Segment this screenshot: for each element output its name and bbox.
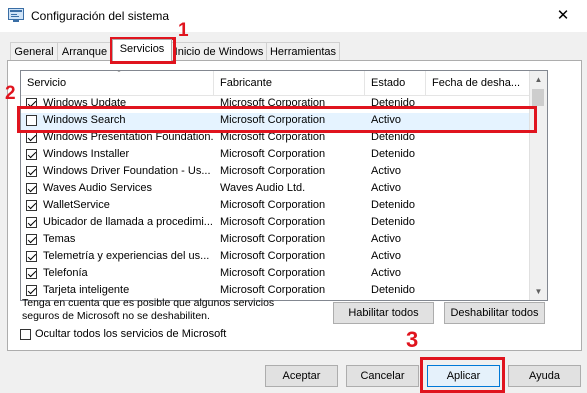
service-state: Detenido xyxy=(371,131,416,143)
service-name: Waves Audio Services xyxy=(43,182,153,194)
table-row[interactable]: Telefonía Microsoft Corporation Activo xyxy=(21,266,529,283)
services-note: Tenga en cuenta que es posible que algun… xyxy=(22,297,322,323)
service-maker: Microsoft Corporation xyxy=(220,250,326,262)
scroll-up-arrow-icon[interactable]: ▲ xyxy=(530,71,547,88)
row-checkbox[interactable] xyxy=(26,217,37,228)
hide-ms-checkbox[interactable] xyxy=(20,329,31,340)
row-checkbox[interactable] xyxy=(26,115,37,126)
note-line-2: seguros de Microsoft no se deshabiliten. xyxy=(22,310,210,322)
vertical-scrollbar[interactable]: ▲ ▼ xyxy=(529,71,547,300)
list-header: Servicio ﹀ Fabricante Estado Fecha de de… xyxy=(21,71,529,96)
column-header-estado[interactable]: Estado xyxy=(365,71,426,95)
service-maker: Microsoft Corporation xyxy=(220,216,326,228)
table-row[interactable]: Temas Microsoft Corporation Activo xyxy=(21,232,529,249)
table-row[interactable]: WalletService Microsoft Corporation Deteni… xyxy=(21,198,529,215)
step-3-marker: 3 xyxy=(406,327,419,352)
hide-ms-label: Ocultar todos los servicios de Microsoft xyxy=(35,328,227,340)
service-maker: Microsoft Corporation xyxy=(220,114,326,126)
service-name: Ubicador de llamada a procedimi... xyxy=(43,216,213,228)
service-state: Detenido xyxy=(371,148,416,160)
service-state: Activo xyxy=(371,165,401,177)
close-icon[interactable]: ✕ xyxy=(548,4,578,28)
service-state: Activo xyxy=(371,250,401,262)
row-checkbox[interactable] xyxy=(26,251,37,262)
table-row[interactable]: Windows Installer Microsoft Corporation De… xyxy=(21,147,529,164)
step-1-marker: 1 xyxy=(178,20,189,41)
tab-herramientas[interactable]: Herramientas xyxy=(266,42,340,60)
service-maker: Microsoft Corporation xyxy=(220,199,326,211)
service-name: Telemetría y experiencias del us... xyxy=(43,250,210,262)
row-checkbox[interactable] xyxy=(26,98,37,109)
scroll-thumb[interactable] xyxy=(532,89,544,106)
service-state: Activo xyxy=(371,182,401,194)
scroll-down-arrow-icon[interactable]: ▼ xyxy=(530,283,547,300)
msconfig-icon xyxy=(8,8,24,22)
service-maker: Microsoft Corporation xyxy=(220,97,326,109)
window-title: Configuración del sistema xyxy=(31,9,170,23)
service-state: Detenido xyxy=(371,199,416,211)
service-maker: Microsoft Corporation xyxy=(220,233,326,245)
step-2-marker: 2 xyxy=(5,83,16,104)
table-row[interactable]: Windows Update Microsoft Corporation Deten… xyxy=(21,96,529,113)
service-maker: Microsoft Corporation xyxy=(220,165,326,177)
services-list[interactable]: Servicio ﹀ Fabricante Estado Fecha de de… xyxy=(20,70,548,301)
tab-inicio-windows[interactable]: Inicio de Windows xyxy=(171,42,267,60)
row-checkbox[interactable] xyxy=(26,200,37,211)
row-checkbox[interactable] xyxy=(26,132,37,143)
service-state: Activo xyxy=(371,114,401,126)
table-row[interactable]: Windows Presentation Foundation... Micros… xyxy=(21,130,529,147)
service-name: Windows Search xyxy=(43,114,126,126)
tab-general[interactable]: General xyxy=(10,42,58,60)
cancel-button[interactable]: Cancelar xyxy=(346,365,419,387)
service-state: Detenido xyxy=(371,216,416,228)
service-maker: Microsoft Corporation xyxy=(220,148,326,160)
disable-all-button[interactable]: Deshabilitar todos xyxy=(444,302,545,324)
note-line-1: Tenga en cuenta que es posible que algun… xyxy=(22,297,275,309)
service-state: Activo xyxy=(371,267,401,279)
service-maker: Microsoft Corporation xyxy=(220,131,326,143)
service-name: Tarjeta inteligente xyxy=(43,284,130,296)
service-name: Telefonía xyxy=(43,267,88,279)
column-header-fabricante[interactable]: Fabricante xyxy=(214,71,365,95)
table-row[interactable]: Windows Search Microsoft Corporation Activ… xyxy=(21,113,529,130)
row-checkbox[interactable] xyxy=(26,234,37,245)
table-row[interactable]: Telemetría y experiencias del us... Micro… xyxy=(21,249,529,266)
service-maker: Microsoft Corporation xyxy=(220,284,326,296)
row-checkbox[interactable] xyxy=(26,183,37,194)
service-maker: Waves Audio Ltd. xyxy=(220,182,306,194)
service-name: Windows Presentation Foundation... xyxy=(43,131,213,143)
row-checkbox[interactable] xyxy=(26,149,37,160)
service-name: Windows Installer xyxy=(43,148,130,160)
apply-button[interactable]: Aplicar xyxy=(427,365,500,387)
tab-servicios[interactable]: Servicios xyxy=(112,39,172,61)
row-checkbox[interactable] xyxy=(26,285,37,296)
service-name: Windows Update xyxy=(43,97,127,109)
accept-button[interactable]: Aceptar xyxy=(265,365,338,387)
table-row[interactable]: Ubicador de llamada a procedimi... Micros… xyxy=(21,215,529,232)
service-state: Detenido xyxy=(371,97,416,109)
service-state: Activo xyxy=(371,233,401,245)
tab-arranque[interactable]: Arranque xyxy=(57,42,112,60)
column-header-fecha[interactable]: Fecha de desha... xyxy=(426,71,529,95)
service-name: Windows Driver Foundation - Us... xyxy=(43,165,211,177)
row-checkbox[interactable] xyxy=(26,268,37,279)
table-row[interactable]: Waves Audio Services Waves Audio Ltd. Acti… xyxy=(21,181,529,198)
service-name: Temas xyxy=(43,233,76,245)
table-row[interactable]: Windows Driver Foundation - Us... Microso… xyxy=(21,164,529,181)
enable-all-button[interactable]: Habilitar todos xyxy=(333,302,434,324)
service-name: WalletService xyxy=(43,199,110,211)
sort-arrow-icon: ﹀ xyxy=(115,70,123,78)
service-state: Detenido xyxy=(371,284,416,296)
help-button[interactable]: Ayuda xyxy=(508,365,581,387)
row-checkbox[interactable] xyxy=(26,166,37,177)
service-maker: Microsoft Corporation xyxy=(220,267,326,279)
